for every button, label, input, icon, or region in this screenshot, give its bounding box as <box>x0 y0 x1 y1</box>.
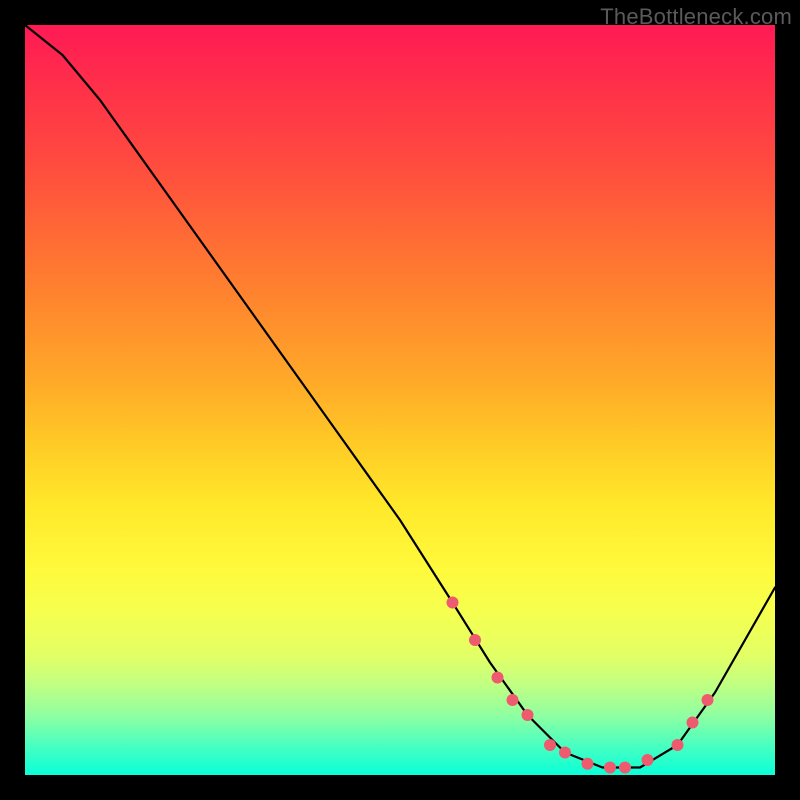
marker-dot <box>522 709 534 721</box>
marker-dot <box>544 739 556 751</box>
marker-dot <box>469 634 481 646</box>
marker-dot <box>559 747 571 759</box>
series-curve <box>25 25 775 768</box>
marker-dot <box>702 694 714 706</box>
marker-dot <box>687 717 699 729</box>
marker-dot <box>672 739 684 751</box>
chart-frame: TheBottleneck.com <box>0 0 800 800</box>
marker-dot <box>619 762 631 774</box>
chart-svg <box>25 25 775 775</box>
plot-area <box>25 25 775 775</box>
marker-dot <box>447 597 459 609</box>
marker-dot <box>492 672 504 684</box>
marker-dot <box>642 754 654 766</box>
marker-dot <box>507 694 519 706</box>
marker-group <box>447 597 714 774</box>
marker-dot <box>582 758 594 770</box>
marker-dot <box>604 762 616 774</box>
